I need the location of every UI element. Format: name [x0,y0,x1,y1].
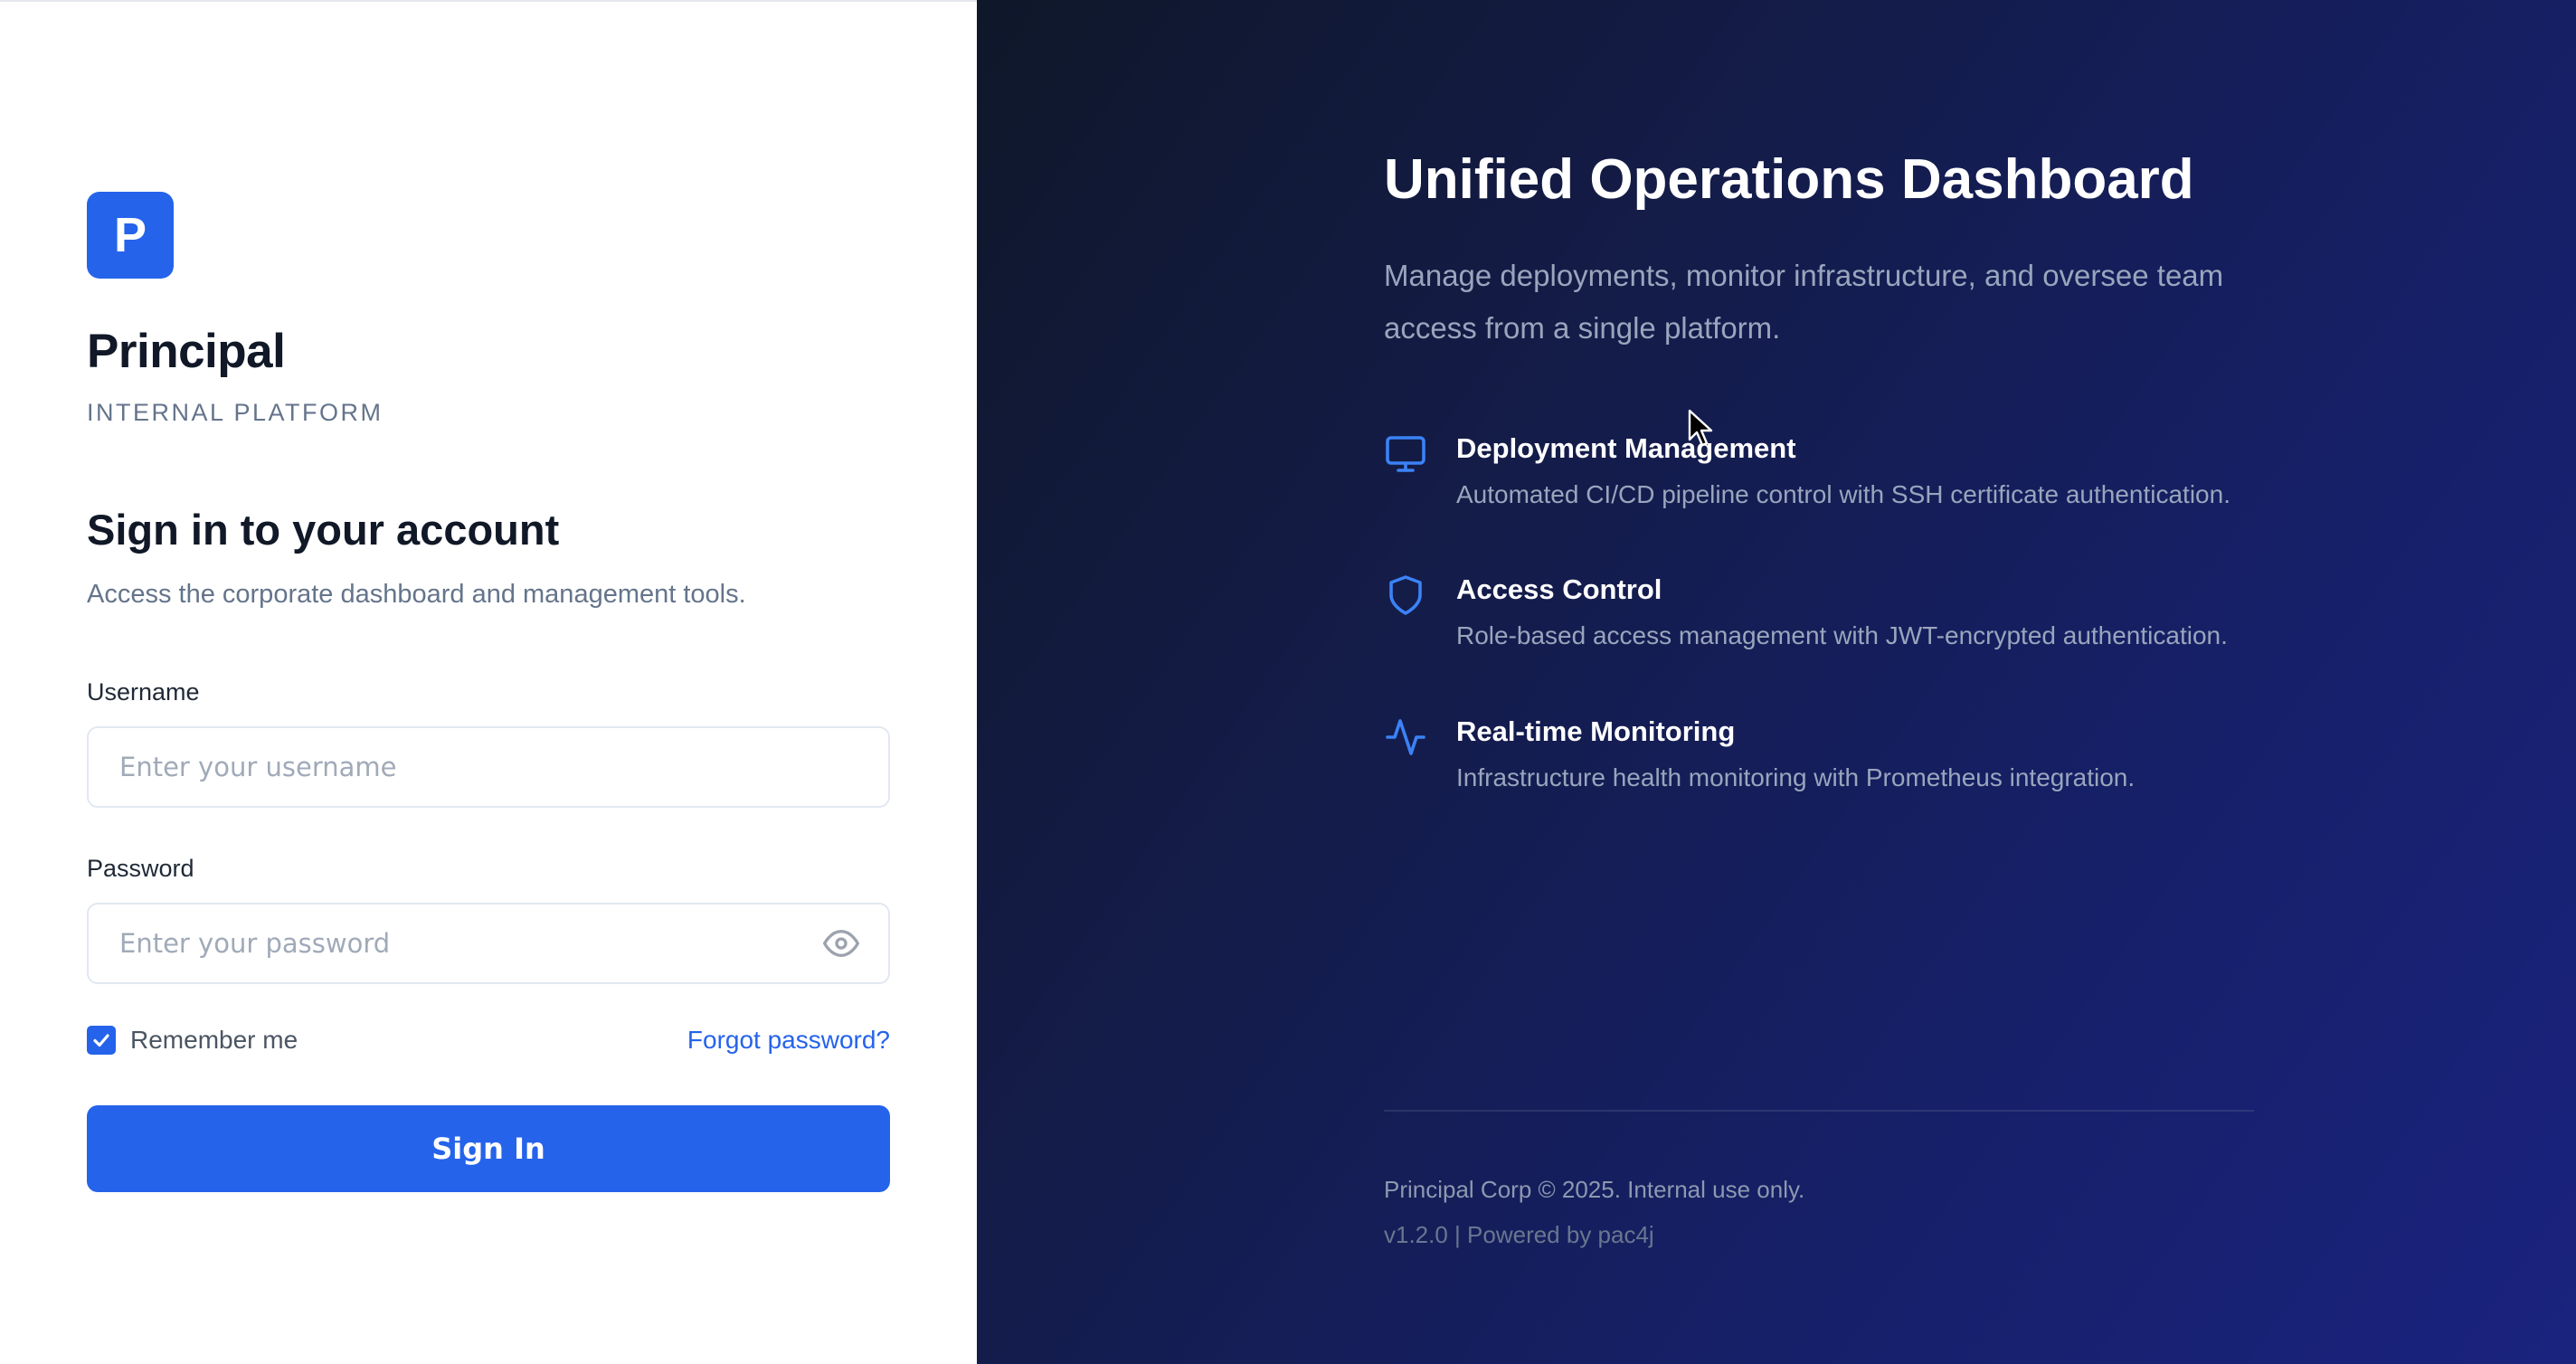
footer-copyright: Principal Corp © 2025. Internal use only… [1384,1176,1805,1203]
hero-description: Manage deployments, monitor infrastructu… [1384,259,2224,345]
login-page: P Principal INTERNAL PLATFORM Sign in to… [0,0,2576,1364]
page-title: Sign in to your account [87,506,560,554]
eye-icon[interactable] [821,924,861,963]
footer-version: v1.2.0 | Powered by pac4j [1384,1221,1654,1248]
activity-icon [1386,719,1425,755]
feature-item-deployment: Deployment Management Automated CI/CD pi… [1384,434,2270,507]
feature-text: Real-time Monitoring Infrastructure heal… [1456,717,2135,791]
feature-title: Access Control [1456,573,1662,605]
brand-logo-letter: P [113,208,147,262]
feature-text: Access Control Role-based access managem… [1456,575,2228,649]
info-panel: Unified Operations Dashboard Manage depl… [977,0,2576,1364]
feature-text: Deployment Management Automated CI/CD pi… [1456,434,2230,507]
password-label: Password [87,855,194,882]
form-options: Remember me Forgot password? [87,1026,890,1055]
monitor-icon [1386,436,1425,472]
brand-logo: P [87,192,174,279]
footer-divider [1384,1110,2254,1112]
feature-item-monitoring: Real-time Monitoring Infrastructure heal… [1384,717,2270,791]
username-field-container [87,726,890,808]
login-form: P Principal INTERNAL PLATFORM Sign in to… [87,192,890,1192]
page-subtitle: Access the corporate dashboard and manag… [87,580,746,609]
feature-title: Deployment Management [1456,432,1796,464]
sign-in-button[interactable]: Sign In [87,1105,890,1192]
password-field-container [87,903,890,984]
feature-title: Real-time Monitoring [1456,715,1736,747]
feature-description: Role-based access management with JWT-en… [1456,621,2228,649]
username-input[interactable] [118,751,859,783]
hero-title: Unified Operations Dashboard [1384,148,2194,211]
login-panel: P Principal INTERNAL PLATFORM Sign in to… [0,0,977,1364]
brand-tagline: INTERNAL PLATFORM [87,399,384,426]
remember-me-checkbox[interactable] [87,1026,116,1055]
forgot-password-link[interactable]: Forgot password? [687,1026,890,1055]
feature-description: Automated CI/CD pipeline control with SS… [1456,480,2230,508]
shield-icon [1389,575,1422,615]
feature-item-access-control: Access Control Role-based access managem… [1384,575,2270,649]
check-icon [93,1034,109,1047]
feature-description: Infrastructure health monitoring with Pr… [1456,763,2136,791]
password-input[interactable] [118,927,859,960]
remember-me-label: Remember me [130,1026,298,1054]
remember-me[interactable]: Remember me [87,1026,298,1055]
username-label: Username [87,678,200,706]
brand-name: Principal [87,325,286,378]
